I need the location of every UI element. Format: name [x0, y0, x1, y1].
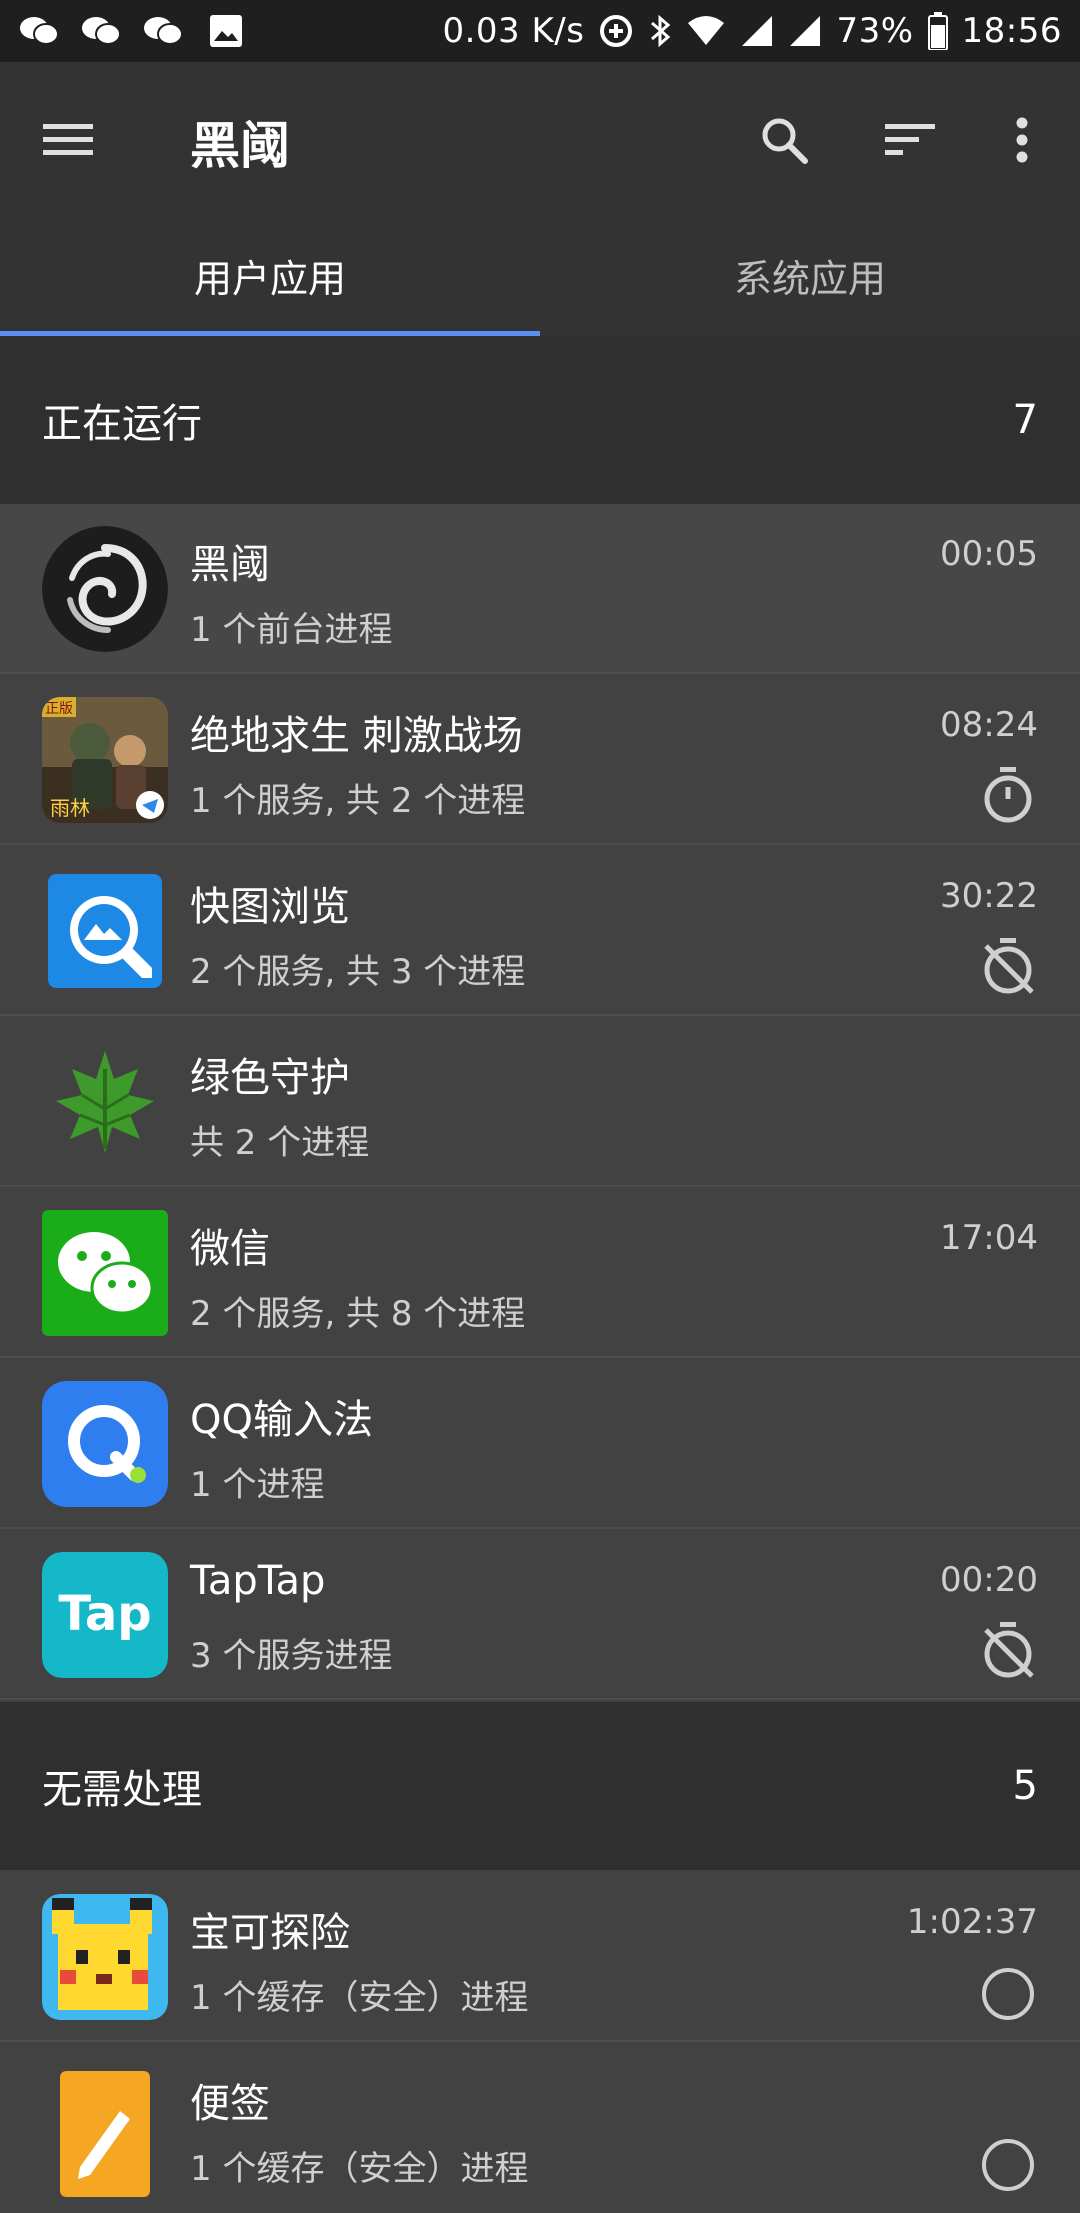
- app-process-info: 2 个服务, 共 8 个进程: [190, 1294, 526, 1334]
- app-name: 便签: [190, 2081, 270, 2127]
- wechat-notification-icon: [142, 13, 186, 49]
- wechat-notification-icon: [18, 13, 62, 49]
- app-process-info: 1 个前台进程: [190, 610, 393, 650]
- app-row[interactable]: 绿色守护 共 2 个进程: [0, 1017, 1080, 1187]
- bluetooth-icon: [648, 13, 672, 49]
- page-title: 黑阈: [190, 117, 290, 175]
- brevent-app-icon: [42, 526, 168, 652]
- network-speed: 0.03 K/s: [442, 11, 585, 51]
- section-header-no-action: 无需处理 5: [0, 1702, 1080, 1870]
- search-icon[interactable]: [752, 108, 816, 172]
- app-name: 宝可探险: [190, 1910, 350, 1956]
- app-row[interactable]: 宝可探险 1 个缓存（安全）进程 1:02:37: [0, 1872, 1080, 2042]
- app-name: TapTap: [190, 1558, 326, 1604]
- timer-off-icon[interactable]: [978, 936, 1038, 996]
- svg-text:正版: 正版: [45, 701, 73, 717]
- app-row[interactable]: 正版 雨林 绝地求生 刺激战场 1 个服务, 共 2 个进程 08:24: [0, 675, 1080, 845]
- qq-input-app-icon: [42, 1381, 168, 1507]
- quickpic-app-icon: [48, 874, 162, 988]
- app-name: 微信: [190, 1226, 270, 1272]
- svg-text:Tap: Tap: [58, 1586, 151, 1642]
- app-name: 快图浏览: [190, 884, 350, 930]
- image-notification-icon: [204, 13, 248, 49]
- app-name: QQ输入法: [190, 1397, 373, 1443]
- clock: 18:56: [961, 11, 1062, 51]
- app-process-info: 3 个服务进程: [190, 1636, 393, 1676]
- status-bar: 0.03 K/s 73% 18:56: [0, 0, 1080, 62]
- app-name: 黑阈: [190, 542, 270, 588]
- app-row[interactable]: QQ输入法 1 个进程: [0, 1359, 1080, 1529]
- menu-icon[interactable]: [40, 112, 96, 168]
- section-title: 正在运行: [42, 401, 202, 447]
- sort-icon[interactable]: [878, 108, 942, 172]
- section-count: 7: [1012, 397, 1038, 443]
- app-process-info: 1 个缓存（安全）进程: [190, 2149, 529, 2189]
- section-title: 无需处理: [42, 1767, 202, 1813]
- status-right: 0.03 K/s 73% 18:56: [442, 11, 1062, 51]
- signal-icon-1: [740, 14, 774, 48]
- battery-icon: [927, 12, 948, 50]
- app-name: 绝地求生 刺激战场: [190, 713, 523, 759]
- signal-icon-2: [788, 14, 822, 48]
- pokemon-quest-app-icon: [42, 1894, 168, 2020]
- timer-off-icon[interactable]: [978, 1620, 1038, 1680]
- app-row[interactable]: 便签 1 个缓存（安全）进程: [0, 2043, 1080, 2213]
- more-options-icon[interactable]: [990, 108, 1054, 172]
- tab-label: 系统应用: [733, 256, 886, 301]
- tab-system-apps[interactable]: 系统应用: [540, 214, 1080, 336]
- timer-icon[interactable]: [978, 765, 1038, 825]
- app-process-info: 1 个进程: [190, 1465, 325, 1505]
- app-runtime: 00:05: [940, 534, 1038, 574]
- wechat-app-icon: [42, 1210, 168, 1336]
- section-count: 5: [1012, 1763, 1038, 1809]
- svg-text:雨林: 雨林: [50, 796, 90, 820]
- app-toolbar: 黑阈: [0, 62, 1080, 214]
- app-runtime: 30:22: [940, 876, 1038, 916]
- app-runtime: 17:04: [940, 1218, 1038, 1258]
- circle-icon[interactable]: [978, 2135, 1038, 2195]
- app-runtime: 1:02:37: [906, 1902, 1038, 1942]
- app-row[interactable]: 微信 2 个服务, 共 8 个进程 17:04: [0, 1188, 1080, 1358]
- taptap-app-icon: Tap: [42, 1552, 168, 1678]
- pubg-app-icon: 正版 雨林: [42, 697, 168, 823]
- app-process-info: 共 2 个进程: [190, 1123, 370, 1163]
- notification-icons: [18, 13, 248, 49]
- app-process-info: 2 个服务, 共 3 个进程: [190, 952, 526, 992]
- wechat-notification-icon: [80, 13, 124, 49]
- battery-percent: 73%: [836, 11, 914, 51]
- greenify-app-icon: [42, 1039, 168, 1165]
- app-row[interactable]: Tap TapTap 3 个服务进程 00:20: [0, 1530, 1080, 1700]
- section-header-running: 正在运行 7: [0, 336, 1080, 504]
- tab-label: 用户应用: [193, 256, 346, 301]
- data-saver-icon: [598, 13, 634, 49]
- tab-user-apps[interactable]: 用户应用: [0, 214, 540, 336]
- app-name: 绿色守护: [190, 1055, 350, 1101]
- app-row[interactable]: 黑阈 1 个前台进程 00:05: [0, 504, 1080, 674]
- app-row[interactable]: 快图浏览 2 个服务, 共 3 个进程 30:22: [0, 846, 1080, 1016]
- app-process-info: 1 个缓存（安全）进程: [190, 1978, 529, 2018]
- circle-icon[interactable]: [978, 1964, 1038, 2024]
- app-process-info: 1 个服务, 共 2 个进程: [190, 781, 526, 821]
- app-runtime: 00:20: [940, 1560, 1038, 1600]
- app-runtime: 08:24: [940, 705, 1038, 745]
- wifi-icon: [686, 15, 726, 47]
- notes-app-icon: [60, 2071, 150, 2197]
- tab-bar: 用户应用 系统应用: [0, 214, 1080, 336]
